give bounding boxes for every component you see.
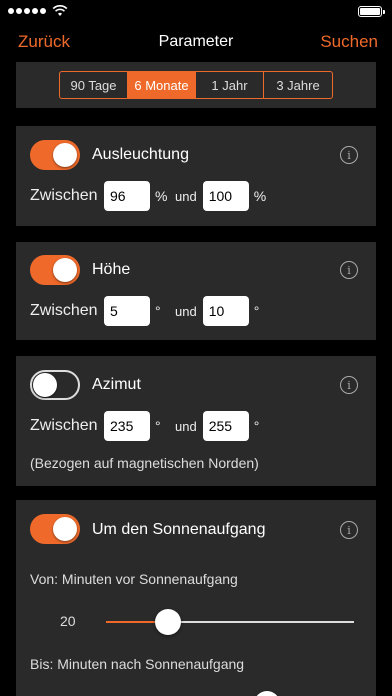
illumination-to-input[interactable] [202,181,249,211]
illumination-from-input[interactable] [104,181,150,211]
and-label: und [175,303,197,319]
and-label: und [175,188,197,204]
degree-unit: ° [253,418,260,434]
altitude-card: Höhe i Zwischen ° und ° [16,242,376,340]
back-button[interactable]: Zurück [18,32,70,52]
illumination-range: Zwischen % und % [30,181,362,211]
azimuth-toggle[interactable] [30,370,80,400]
azimuth-card: Azimut i Zwischen ° und ° (Bezogen auf m… [16,356,376,486]
period-segmented-control: 90 Tage 6 Monate 1 Jahr 3 Jahre [59,71,333,99]
status-bar [0,0,392,22]
toggle-knob [53,258,77,282]
percent-unit: % [253,188,267,204]
sunrise-card: Um den Sonnenaufgang i Von: Minuten vor … [16,500,376,696]
percent-unit: % [155,188,168,204]
sunrise-title: Um den Sonnenaufgang [92,521,266,538]
search-button[interactable]: Suchen [320,32,378,52]
illumination-card: Ausleuchtung i Zwischen % und % [16,126,376,226]
illumination-toggle[interactable] [30,140,80,170]
signal-dots-icon [8,8,46,14]
toggle-knob [53,143,77,167]
toggle-knob [33,373,57,397]
degree-unit: ° [253,303,260,319]
info-icon[interactable]: i [340,261,358,279]
altitude-range: Zwischen ° und ° [30,296,362,326]
info-icon[interactable]: i [340,376,358,394]
segment-6-months[interactable]: 6 Monate [128,72,196,98]
between-label: Zwischen [30,417,98,434]
slider-thumb[interactable] [254,691,280,696]
degree-unit: ° [155,303,161,319]
altitude-toggle[interactable] [30,255,80,285]
minutes-after-label: Bis: Minuten nach Sonnenaufgang [30,656,245,672]
toggle-knob [53,517,77,541]
segment-3-years[interactable]: 3 Jahre [264,72,332,98]
illumination-title: Ausleuchtung [92,146,189,163]
minutes-before-value: 20 [60,613,76,629]
azimuth-to-input[interactable] [202,411,249,441]
segment-90-days[interactable]: 90 Tage [60,72,128,98]
sunrise-toggle[interactable] [30,514,80,544]
info-icon[interactable]: i [340,146,358,164]
info-icon[interactable]: i [340,521,358,539]
altitude-from-input[interactable] [104,296,150,326]
battery-icon [358,6,385,17]
between-label: Zwischen [30,187,98,204]
and-label: und [175,418,197,434]
between-label: Zwischen [30,302,98,319]
azimuth-range: Zwischen ° und ° [30,411,362,441]
wifi-icon [52,5,68,16]
period-section: 90 Tage 6 Monate 1 Jahr 3 Jahre [16,62,376,108]
altitude-title: Höhe [92,261,131,278]
azimuth-title: Azimut [92,376,141,393]
altitude-to-input[interactable] [202,296,249,326]
navigation-bar: Zurück Parameter Suchen [0,22,392,62]
azimuth-from-input[interactable] [104,411,150,441]
slider-thumb[interactable] [155,609,181,635]
minutes-before-label: Von: Minuten vor Sonnenaufgang [30,571,238,587]
minutes-before-slider[interactable] [106,621,354,623]
segment-1-year[interactable]: 1 Jahr [196,72,264,98]
azimuth-note: (Bezogen auf magnetischen Norden) [30,455,259,471]
degree-unit: ° [155,418,161,434]
